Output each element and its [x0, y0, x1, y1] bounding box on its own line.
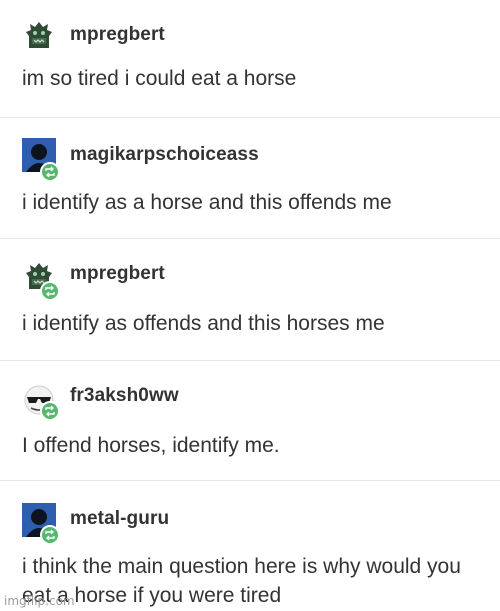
post-4: fr3aksh0ww I offend horses, identify me.: [0, 361, 500, 481]
post-username[interactable]: metal-guru: [70, 508, 169, 530]
post-text: i identify as a horse and this offends m…: [22, 191, 392, 214]
post-username[interactable]: mpregbert: [70, 263, 165, 285]
post-5: metal-guru i think the main question her…: [0, 481, 500, 611]
post-username[interactable]: mpregbert: [70, 24, 165, 46]
post-text: im so tired i could eat a horse: [22, 67, 297, 90]
post-2: magikarpschoiceass i identify as a horse…: [0, 118, 500, 239]
reblog-thread: mpregbert im so tired i could eat a hors…: [0, 0, 500, 611]
watermark: imgflip.com: [4, 594, 75, 608]
post-text: i identify as offends and this horses me: [22, 312, 385, 335]
reblog-icon: [40, 162, 60, 182]
post-1: mpregbert im so tired i could eat a hors…: [0, 0, 500, 118]
post-text: I offend horses, identify me.: [22, 434, 280, 457]
post-text: i think the main question here is why wo…: [22, 555, 461, 607]
reblog-icon: [40, 525, 60, 545]
gargoyle-avatar-icon[interactable]: [22, 18, 56, 52]
post-3: mpregbert i identify as offends and this…: [0, 239, 500, 360]
reblog-icon: [40, 401, 60, 421]
reblog-icon: [40, 281, 60, 301]
post-username[interactable]: fr3aksh0ww: [70, 385, 179, 407]
post-username[interactable]: magikarpschoiceass: [70, 144, 259, 166]
